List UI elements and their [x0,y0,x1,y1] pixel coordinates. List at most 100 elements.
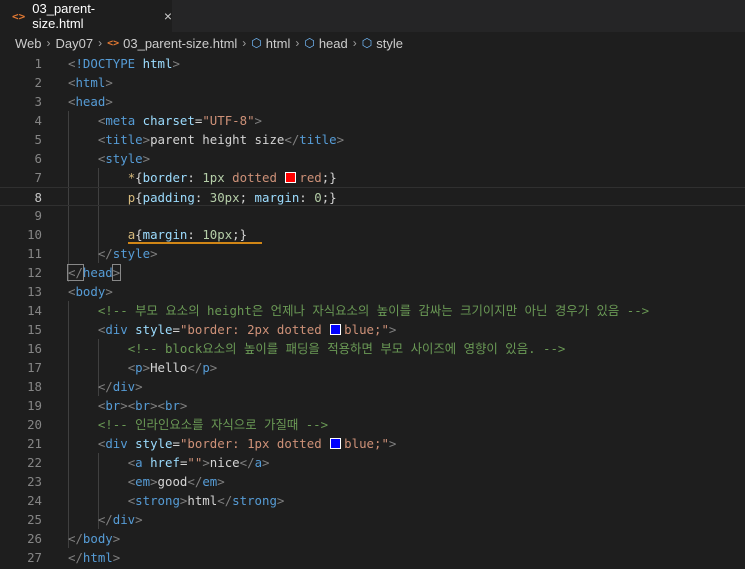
code-text: </head> [67,263,122,282]
code-line[interactable]: 26 </body> [0,529,745,548]
code-token: "border: 2px dotted [179,322,330,337]
code-line[interactable]: 18 </div> [0,377,745,396]
line-number: 22 [27,455,42,470]
code-token: <!-- 인라인요소를 자식으로 가질때 --> [97,417,329,432]
breadcrumb-item-style[interactable]: style [376,36,403,51]
code-token: >< [120,398,136,413]
line-number: 24 [27,493,42,508]
color-swatch-icon[interactable] [330,438,342,449]
cube-icon: ⬡ [361,36,373,50]
line-number: 5 [34,132,42,147]
code-token: title [299,132,337,147]
code-token: > [112,550,121,565]
breadcrumb: Web › Day07 › <> 03_parent-size.html › ⬡… [0,32,745,54]
breadcrumb-item-html[interactable]: html [266,36,291,51]
code-token: > [150,246,158,261]
code-token: ; [239,190,255,205]
code-token: > [142,132,151,147]
code-line[interactable]: 11 </style> [0,244,745,263]
code-text: </body> [68,529,120,548]
breadcrumb-item-web[interactable]: Web [15,36,42,51]
tab-label[interactable]: 03_parent-size.html [32,1,143,31]
code-line[interactable]: 7 *{border: 1px dotted red;} [0,168,745,187]
code-line[interactable]: 6 <style> [0,149,745,168]
line-number: 3 [34,94,42,109]
code-line[interactable]: 24 <strong>html</strong> [0,491,745,510]
code-token: margin [254,190,300,205]
code-editor[interactable]: 1 <!DOCTYPE html> 2 <html> 3 <head> 4 <meta ch… [0,54,745,569]
code-line[interactable]: 4 <meta charset="UTF-8"> [0,111,745,130]
line-number: 8 [34,190,42,205]
code-text: *{border: 1px dotted red;} [68,168,337,187]
code-line[interactable]: 9 [0,206,745,225]
code-text: <strong>html</strong> [68,491,285,510]
code-line[interactable]: 20 <!-- 인라인요소를 자식으로 가질때 --> [0,415,745,434]
code-text: <meta charset="UTF-8"> [68,111,262,130]
code-token: : [299,190,315,205]
code-token: p [202,360,210,375]
code-token: !DOCTYPE [75,56,136,71]
line-number: 16 [27,341,42,356]
code-token: > [142,151,151,166]
code-token: > [135,379,143,394]
breadcrumb-item-day07[interactable]: Day07 [56,36,94,51]
warning-squiggle [127,242,263,244]
line-number: 20 [27,417,42,432]
code-token: </ [239,455,255,470]
editor-tab[interactable]: <> 03_parent-size.html × [0,0,172,32]
code-token: dotted [232,170,285,185]
code-line[interactable]: 16 <!-- block요소의 높이를 패딩을 적용하면 부모 사이즈에 영향… [0,339,745,358]
code-line[interactable]: 23 <em>good</em> [0,472,745,491]
code-token: > [111,264,122,281]
code-line[interactable]: 17 <p>Hello</p> [0,358,745,377]
code-text: </div> [68,377,143,396]
code-token: 30px [209,190,240,205]
color-swatch-icon[interactable] [285,172,297,183]
tab-bar: <> 03_parent-size.html × [0,0,745,32]
code-token: a [135,455,143,470]
code-token: { [135,227,143,242]
code-token: em [202,474,218,489]
line-number: 9 [34,208,42,223]
code-line[interactable]: 25 </div> [0,510,745,529]
code-line[interactable]: 2 <html> [0,73,745,92]
code-line[interactable]: 3 <head> [0,92,745,111]
line-number: 7 [34,170,42,185]
code-line[interactable]: 27 </html> [0,548,745,567]
close-icon[interactable]: × [164,8,172,24]
code-text: <html> [68,73,113,92]
cube-icon: ⬡ [251,36,262,50]
code-line[interactable]: 15 <div style="border: 2px dotted blue;"… [0,320,745,339]
code-line[interactable]: 8 p{padding: 30px; margin: 0;} [0,187,745,206]
code-token: > [105,75,113,90]
code-token: </ [217,493,233,508]
line-number: 1 [34,56,42,71]
breadcrumb-item-head[interactable]: head [319,36,348,51]
breadcrumb-item-file[interactable]: 03_parent-size.html [123,36,237,51]
code-line[interactable]: 10 a{margin: 10px;} [0,225,745,244]
code-line[interactable]: 13 <body> [0,282,745,301]
cube-icon: ⬡ [304,36,315,50]
line-number: 25 [27,512,42,527]
code-token: > [202,455,210,470]
code-text: </html> [68,548,120,567]
code-line[interactable]: 19 <br><br><br> [0,396,745,415]
code-line[interactable]: 14 <!-- 부모 요소의 height은 언제나 자식요소의 높이를 감싸는… [0,301,745,320]
code-line[interactable]: 5 <title>parent height size</title> [0,130,745,149]
code-token: <!-- block요소의 높이를 패딩을 적용하면 부모 사이즈에 영향이 있… [127,341,566,356]
code-text: <p>Hello</p> [68,358,218,377]
code-line[interactable]: 12 </head> [0,263,745,282]
code-token: </ [97,379,113,394]
code-line[interactable]: 21 <div style="border: 1px dotted blue;"… [0,434,745,453]
code-line[interactable]: 1 <!DOCTYPE html> [0,54,745,73]
code-token: em [135,474,151,489]
code-token: meta [105,113,136,128]
color-swatch-icon[interactable] [330,324,342,335]
code-line[interactable]: 22 <a href="">nice</a> [0,453,745,472]
